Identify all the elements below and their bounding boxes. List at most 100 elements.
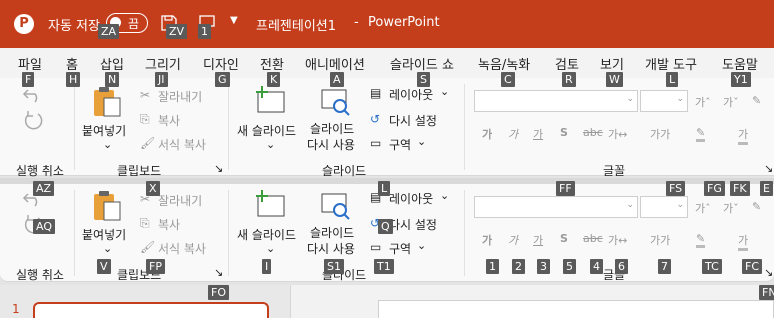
font-size-combo[interactable]: ⌄ [640,196,688,218]
format-painter-icon[interactable]: 🖌 [140,136,155,150]
format-painter-label[interactable]: 서식 복사 [158,136,206,153]
format-painter-icon[interactable]: 🖌 [140,240,155,254]
paste-icon[interactable] [92,86,124,118]
keytip-b7: 7 [658,259,671,274]
reset-icon[interactable]: ↺ [370,112,380,126]
reuse-slides-label-1[interactable]: 슬라이드 [310,224,354,241]
tab-review[interactable]: 검토 [555,54,579,73]
strikethrough-icon[interactable]: abc [583,126,603,139]
font-name-combo[interactable]: ⌄ [474,90,638,112]
highlight-icon[interactable]: ✎ [696,232,706,248]
char-spacing-icon[interactable]: 가↔ [608,126,627,142]
new-slide-dropdown-icon[interactable]: ⌄ [266,242,275,255]
layout-dropdown-icon[interactable]: ⌄ [440,85,449,98]
reuse-slides-label-1[interactable]: 슬라이드 [310,120,354,137]
section-icon[interactable]: ▭ [370,240,381,254]
shrink-font-icon[interactable]: 가ˇ [723,200,739,216]
char-spacing-icon[interactable]: 가↔ [608,232,627,248]
tab-record[interactable]: 녹음/녹화 [478,54,530,73]
cut-icon[interactable]: ✂ [140,88,150,102]
underline-icon[interactable]: 가 [533,232,543,248]
font-color-icon[interactable]: 가 [738,232,749,251]
keytip-fn: FN [759,285,774,300]
tab-slideshow[interactable]: 슬라이드 쇼 [390,54,454,73]
tab-transitions[interactable]: 전환 [260,54,284,73]
tab-home[interactable]: 홈 [66,54,78,73]
italic-icon[interactable]: 가 [508,232,518,248]
reuse-slides-icon[interactable] [320,86,352,118]
section-dropdown-icon[interactable]: ⌄ [417,135,426,148]
paste-label[interactable]: 붙여넣기 [82,226,126,243]
clipboard-launcher-icon[interactable]: ↘ [214,266,223,279]
copy-label[interactable]: 복사 [158,216,180,233]
grow-font-icon[interactable]: 가ˆ [695,200,711,216]
tab-insert[interactable]: 삽입 [100,54,124,73]
layout-button[interactable]: 레이아웃 [389,86,433,103]
tab-help[interactable]: 도움말 [722,54,758,73]
reset-button[interactable]: 다시 설정 [389,112,437,129]
new-slide-label[interactable]: 새 슬라이드 [237,122,296,139]
font-launcher-icon[interactable]: ↘ [764,266,773,279]
copy-icon[interactable]: ⎘ [140,112,150,127]
slide-thumbnail[interactable] [33,302,269,318]
keytip-k: K [267,72,281,87]
cut-label[interactable]: 잘라내기 [158,88,202,105]
redo-icon[interactable] [22,110,44,130]
cut-label[interactable]: 잘라내기 [158,192,202,209]
format-painter-label[interactable]: 서식 복사 [158,240,206,257]
paste-dropdown-icon[interactable]: ⌄ [103,138,112,151]
clear-format-icon[interactable]: ✎ [752,200,761,213]
new-slide-dropdown-icon[interactable]: ⌄ [266,138,275,151]
section-button[interactable]: 구역 [389,240,411,257]
underline-icon[interactable]: 가 [533,126,543,142]
section-icon[interactable]: ▭ [370,136,381,150]
tab-view[interactable]: 보기 [600,54,624,73]
clipboard-group-label: 클립보드 [117,164,162,178]
font-launcher-icon[interactable]: ↘ [764,162,773,175]
reuse-slides-label-2[interactable]: 다시 사용 [307,240,355,257]
font-size-combo[interactable]: ⌄ [640,90,688,112]
keytip-n: N [105,72,120,87]
copy-icon[interactable]: ⎘ [140,216,150,231]
layout-icon[interactable]: ▤ [370,86,381,100]
new-slide-label[interactable]: 새 슬라이드 [237,226,296,243]
paste-dropdown-icon[interactable]: ⌄ [103,242,112,255]
highlight-icon[interactable]: ✎ [696,126,706,142]
italic-icon[interactable]: 가 [508,126,518,142]
tab-animations[interactable]: 애니메이션 [305,54,365,73]
font-color-icon[interactable]: 가 [738,126,749,145]
tab-developer[interactable]: 개발 도구 [645,54,697,73]
undo-icon[interactable] [22,86,44,104]
bold-icon[interactable]: 가 [482,232,492,248]
paste-label[interactable]: 붙여넣기 [82,122,126,139]
reset-button[interactable]: 다시 설정 [389,216,437,233]
strikethrough-icon[interactable]: abc [583,232,603,245]
new-slide-icon[interactable] [254,190,286,220]
customize-qat-icon[interactable]: ▼ [230,15,238,26]
font-name-combo[interactable]: ⌄ [474,196,638,218]
slide-canvas[interactable] [378,300,774,318]
grow-font-icon[interactable]: 가ˆ [695,94,711,110]
bold-icon[interactable]: 가 [482,126,492,142]
layout-dropdown-icon[interactable]: ⌄ [440,189,449,202]
section-dropdown-icon[interactable]: ⌄ [417,239,426,252]
copy-label[interactable]: 복사 [158,112,180,129]
section-button[interactable]: 구역 [389,136,411,153]
shadow-icon[interactable]: S [560,126,568,139]
tab-file[interactable]: 파일 [18,54,42,73]
keytip-fp: FP [146,259,165,274]
shrink-font-icon[interactable]: 가ˇ [723,94,739,110]
clipboard-launcher-icon[interactable]: ↘ [214,162,223,175]
change-case-icon[interactable]: 가가 [650,232,670,248]
tab-design[interactable]: 디자인 [203,54,239,73]
layout-button[interactable]: 레이아웃 [389,190,433,207]
new-slide-icon[interactable] [254,86,286,116]
change-case-icon[interactable]: 가가 [650,126,670,142]
clear-format-icon[interactable]: ✎ [752,94,761,107]
reuse-slides-label-2[interactable]: 다시 사용 [307,136,355,153]
keytip-t1: T1 [374,259,394,274]
shadow-icon[interactable]: S [560,232,568,245]
paste-icon[interactable] [92,190,124,222]
tab-draw[interactable]: 그리기 [145,54,181,73]
reuse-slides-icon[interactable] [320,190,352,222]
